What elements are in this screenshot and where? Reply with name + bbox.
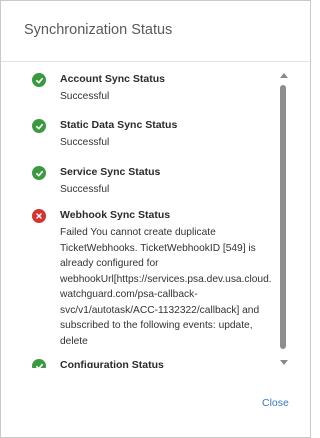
dialog-title: Synchronization Status [24, 22, 173, 38]
status-title: Account Sync Status [60, 73, 166, 85]
check-circle-icon [32, 119, 46, 133]
status-title: Static Data Sync Status [60, 119, 178, 131]
scrollbar-thumb[interactable] [280, 85, 286, 349]
status-title: Webhook Sync Status [60, 209, 171, 221]
scroll-up-arrow-icon[interactable] [280, 73, 288, 78]
dialog-header: Synchronization Status [1, 1, 310, 62]
status-detail: Successful [60, 91, 110, 102]
sync-status-dialog: Synchronization Status Account Sync Stat… [0, 0, 311, 438]
check-circle-icon [32, 73, 46, 87]
status-title: Service Sync Status [60, 166, 161, 178]
status-list: Account Sync Status Successful Static Da… [1, 62, 279, 368]
status-detail: Successful [60, 184, 110, 195]
status-title: Configuration Status [60, 359, 164, 368]
status-detail: Successful [60, 137, 110, 148]
vertical-scrollbar[interactable] [278, 71, 290, 371]
scroll-down-arrow-icon[interactable] [280, 360, 288, 365]
status-detail: Failed You cannot create duplicate Ticke… [60, 227, 272, 347]
close-button[interactable]: Close [262, 397, 289, 409]
check-circle-icon [32, 166, 46, 180]
error-circle-icon [32, 209, 46, 223]
check-circle-icon [32, 359, 46, 368]
